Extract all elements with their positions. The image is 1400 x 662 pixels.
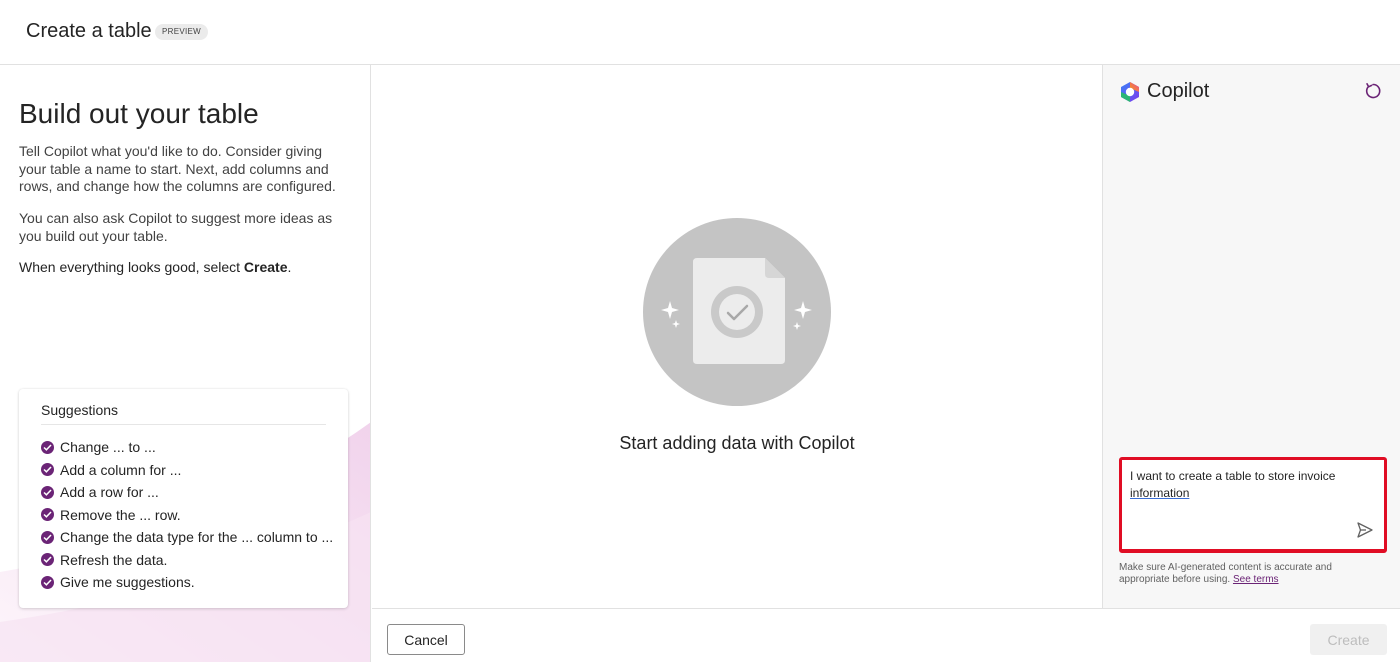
suggestion-label: Add a row for ... [60, 484, 159, 501]
suggestion-item[interactable]: Change the data type for the ... column … [41, 526, 333, 549]
copilot-chat-input[interactable]: I want to create a table to store invoic… [1119, 457, 1387, 553]
divider [41, 424, 326, 425]
intro-paragraph: Tell Copilot what you'd like to do. Cons… [19, 143, 336, 194]
page-title: Create a table [26, 20, 152, 42]
checkmark-icon [41, 440, 54, 454]
see-terms-link[interactable]: See terms [1233, 574, 1279, 585]
instruction-suffix: . [287, 259, 292, 275]
suggestions-card: Suggestions Change ... to ... Add a colu… [19, 389, 348, 608]
suggestion-label: Change the data type for the ... column … [60, 529, 334, 546]
create-button[interactable]: Create [1310, 624, 1387, 655]
ai-disclaimer: Make sure AI-generated content is accura… [1119, 562, 1383, 586]
checkmark-icon [41, 508, 54, 522]
chat-text-part2: information [1130, 485, 1190, 500]
suggestions-title: Suggestions [41, 402, 119, 418]
chat-input-text[interactable]: I want to create a table to store invoic… [1130, 468, 1360, 501]
suggestion-item[interactable]: Refresh the data. [41, 549, 333, 572]
copilot-title: Copilot [1147, 80, 1210, 102]
suggestion-label: Remove the ... row. [60, 506, 181, 523]
checkmark-icon [41, 485, 54, 499]
checkmark-icon [41, 575, 54, 589]
send-icon[interactable] [1356, 521, 1374, 539]
refresh-icon[interactable] [1363, 81, 1383, 101]
suggestion-label: Refresh the data. [60, 551, 168, 568]
suggestion-label: Add a column for ... [60, 461, 182, 478]
empty-state-illustration [643, 218, 831, 406]
instruction-text: When everything looks good, select [19, 259, 244, 275]
checkmark-icon [41, 463, 54, 477]
suggestion-item[interactable]: Add a row for ... [41, 481, 333, 504]
instruction-bold: Create [243, 259, 288, 275]
copilot-logo-icon [1121, 82, 1139, 102]
suggestion-item[interactable]: Remove the ... row. [41, 504, 333, 527]
checkmark-icon [41, 553, 54, 567]
copilot-panel: Copilot I want to create a table to stor… [1102, 65, 1400, 608]
preview-badge: PREVIEW [155, 24, 208, 40]
table-canvas: Start adding data with Copilot [372, 65, 1102, 608]
empty-state-text: Start adding data with Copilot [619, 433, 855, 453]
checkmark-icon [41, 530, 54, 544]
suggestion-item[interactable]: Add a column for ... [41, 459, 333, 482]
suggestion-item[interactable]: Change ... to ... [41, 436, 333, 459]
suggestion-label: Give me suggestions. [60, 574, 195, 591]
suggestion-label: Change ... to ... [60, 439, 156, 456]
suggest-paragraph: You can also ask Copilot to suggest more… [19, 210, 333, 244]
suggestion-item[interactable]: Give me suggestions. [41, 571, 333, 594]
chat-text-part1: I want to create a table to store invoic… [1130, 469, 1336, 483]
disclaimer-text: Make sure AI-generated content is accura… [1119, 562, 1332, 585]
cancel-button[interactable]: Cancel [387, 624, 465, 655]
create-instruction: When everything looks good, select Creat… [19, 259, 349, 277]
page-header: Create a table PREVIEW [0, 0, 1400, 65]
panel-heading: Build out your table [19, 98, 259, 129]
left-panel: Build out your table Tell Copilot what y… [0, 65, 371, 662]
suggestions-list: Change ... to ... Add a column for ... A… [41, 436, 333, 594]
page-footer: Cancel Create [372, 608, 1400, 662]
